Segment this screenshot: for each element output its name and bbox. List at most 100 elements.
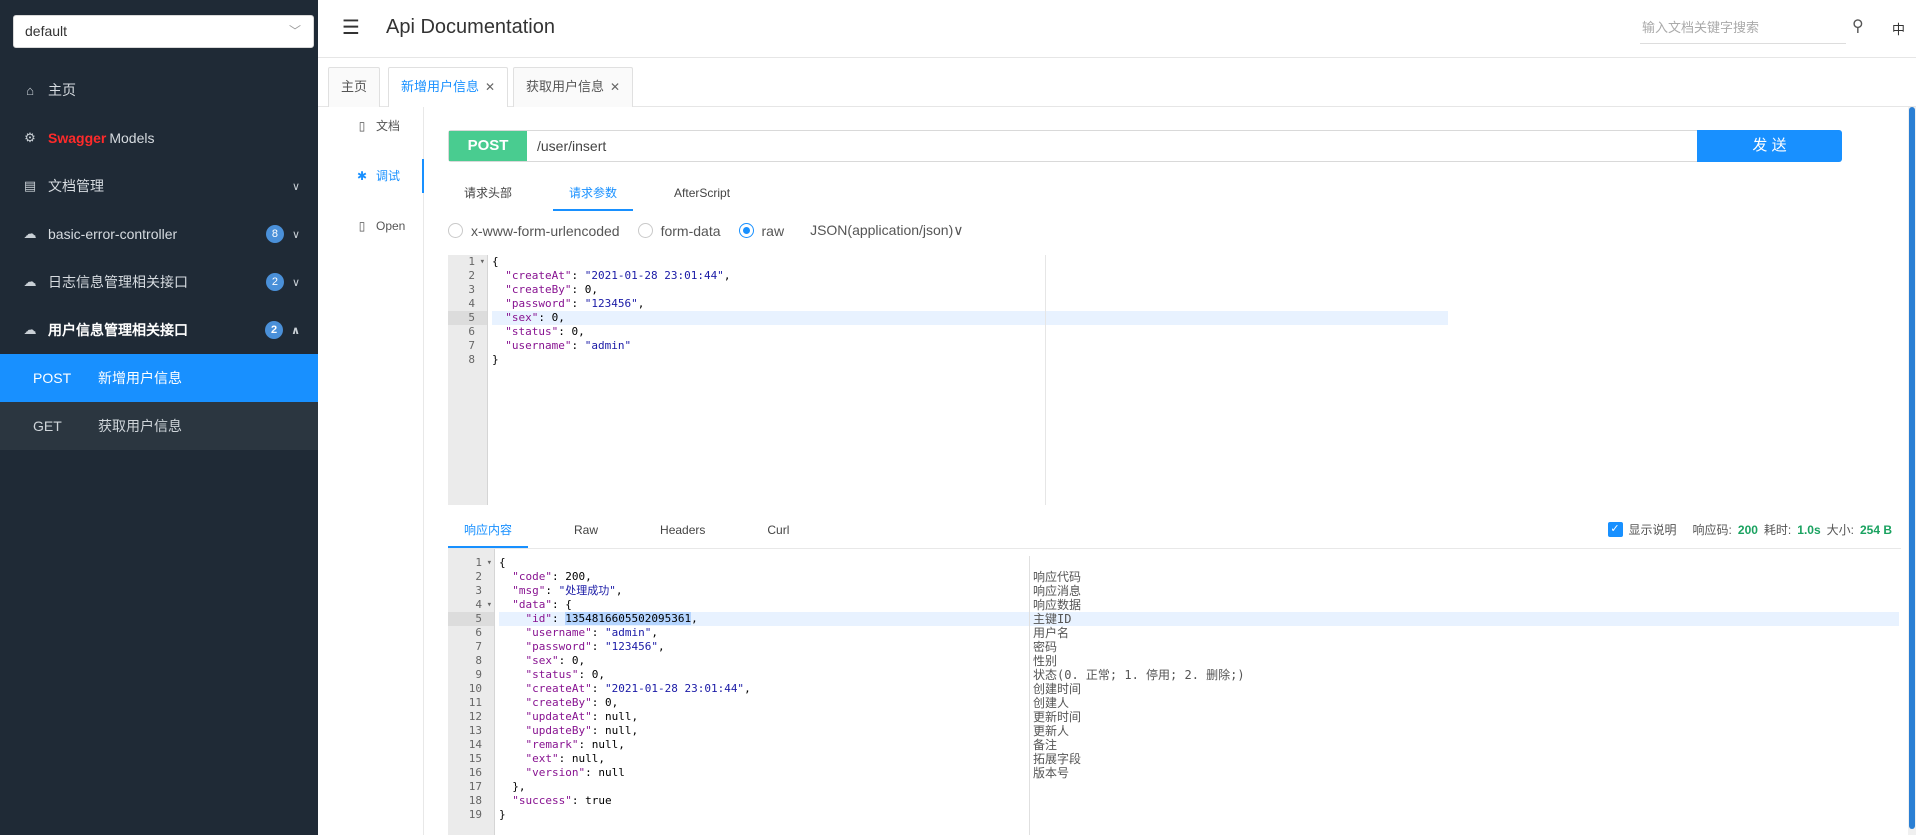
vnav-label: Open: [376, 219, 406, 233]
tab-request-params[interactable]: 请求参数: [553, 175, 634, 211]
line-number: 8: [475, 654, 482, 667]
body-type-radios: x-www-form-urlencoded form-data raw JSON…: [448, 222, 964, 239]
response-body-editor[interactable]: 12345678910111213141516171819 { "code": …: [448, 549, 1901, 835]
url-input[interactable]: /user/insert: [527, 131, 1697, 161]
scrollbar-thumb[interactable]: [1909, 107, 1915, 829]
language-switch[interactable]: 中: [1892, 19, 1905, 38]
radio-label: form-data: [660, 222, 721, 239]
sidebar-item-home[interactable]: ⌂ 主页: [0, 66, 318, 114]
line-number: 14: [468, 738, 482, 751]
code-line: {: [492, 255, 499, 268]
response-info: ✓ 显示说明 响应码: 200 耗时: 1.0s 大小: 254 B: [1607, 521, 1892, 538]
sidebar-subitem-get-user[interactable]: GET 获取用户信息: [0, 402, 318, 450]
sidebar-item-label: 用户信息管理相关接口: [48, 322, 188, 338]
show-desc-checkbox[interactable]: ✓: [1607, 522, 1623, 537]
tab-afterscript[interactable]: AfterScript: [658, 175, 746, 211]
radio-circle: [738, 223, 754, 238]
sidebar-item-label: basic-error-controller: [48, 226, 178, 242]
document-icon: ▯: [358, 119, 366, 133]
code-line: "sex": 0,: [492, 311, 1448, 325]
code-line: "username": "admin": [505, 339, 632, 352]
tab-response-raw[interactable]: Raw: [558, 512, 614, 548]
radio-urlencoded[interactable]: x-www-form-urlencoded: [448, 223, 620, 239]
content-type-value: JSON(application/json): [810, 222, 954, 238]
line-number: 4: [468, 297, 475, 310]
vnav-debug[interactable]: ✱ 调试: [318, 159, 424, 193]
vnav-doc[interactable]: ▯ 文档: [318, 109, 424, 143]
send-button[interactable]: 发 送: [1697, 130, 1842, 162]
line-number: 7: [468, 339, 475, 352]
sidebar-item-label: 主页: [48, 82, 76, 98]
vnav-label: 文档: [376, 119, 401, 133]
tab-label: 新增用户信息: [401, 79, 480, 94]
line-number: 2: [468, 269, 475, 282]
line-gutter: 12345678910111213141516171819: [448, 549, 495, 835]
code-line: "createAt": "2021-01-28 23:01:44",: [505, 269, 731, 282]
sidebar-item-basic-error-controller[interactable]: ☁ basic-error-controller 8 ∨: [0, 210, 318, 258]
line-number: 16: [468, 766, 482, 779]
response-descriptions: 响应代码 响应消息 响应数据 主键ID 用户名 密码 性别 状态(0. 正常; 1. 停用; …: [1029, 556, 1889, 835]
radio-circle: [448, 223, 463, 238]
close-icon[interactable]: ✕: [610, 80, 620, 94]
code-line: "status": 0,: [505, 325, 585, 338]
radio-form-data[interactable]: form-data: [637, 222, 721, 239]
doc-mode-nav: ▯ 文档 ✱ 调试 ▯ Open: [318, 107, 424, 835]
field-description: 更新人: [1033, 724, 1070, 738]
radio-label: raw: [761, 222, 785, 239]
line-number: 15: [468, 752, 482, 765]
vnav-open[interactable]: ▯ Open: [318, 209, 424, 243]
scrollbar[interactable]: [1908, 107, 1916, 835]
tab-label: 获取用户信息: [526, 79, 605, 94]
sidebar-item-log-api[interactable]: ☁ 日志信息管理相关接口 2 ∨: [0, 258, 318, 306]
field-description: 创建时间: [1033, 682, 1082, 696]
search-input[interactable]: 输入文档关键字搜索: [1640, 16, 1846, 44]
debug-panel: POST /user/insert 发 送 请求头部 请求参数 AfterScr…: [425, 107, 1916, 835]
http-method: POST: [33, 370, 72, 386]
request-subtabs: 请求头部 请求参数 AfterScript: [448, 175, 771, 211]
close-icon[interactable]: ✕: [485, 80, 495, 94]
content-type-select[interactable]: JSON(application/json)∨: [810, 222, 963, 239]
line-number: 6: [475, 626, 482, 639]
tab-response-content[interactable]: 响应内容: [448, 512, 529, 548]
sidebar-item-swagger-models[interactable]: ⚙ Swagger Models: [0, 114, 318, 162]
sidebar-subitem-add-user[interactable]: POST 新增用户信息: [0, 354, 318, 402]
field-description: 拓展字段: [1033, 752, 1082, 766]
request-body-editor[interactable]: 12345678 { "createAt": "2021-01-28 23:01…: [448, 255, 1448, 505]
group-select[interactable]: default ﹀: [13, 15, 314, 48]
chevron-down-icon: ∨: [953, 222, 964, 238]
line-number: 19: [468, 808, 482, 821]
count-badge: 8: [265, 225, 284, 243]
line-number: 3: [475, 584, 482, 597]
radio-raw[interactable]: raw: [738, 222, 785, 239]
field-description: 版本号: [1033, 766, 1070, 780]
request-url-bar: POST /user/insert 发 送: [448, 130, 1842, 162]
line-number: 1: [448, 556, 494, 570]
count-badge: 2: [265, 273, 284, 291]
cloud-icon: ☁: [23, 322, 37, 337]
line-number: 17: [468, 780, 482, 793]
chevron-down-icon: ∨: [291, 228, 300, 241]
radio-label: x-www-form-urlencoded: [471, 222, 620, 239]
tab-request-headers[interactable]: 请求头部: [448, 175, 528, 211]
size-label: 大小:: [1826, 523, 1854, 537]
sidebar-subitem-label: 新增用户信息: [98, 370, 182, 386]
line-number: 7: [475, 640, 482, 653]
field-description: 用户名: [1033, 626, 1070, 640]
tab-home[interactable]: 主页: [328, 67, 381, 107]
sidebar-item-doc-manage[interactable]: ▤ 文档管理 ∨: [0, 162, 318, 210]
http-method: GET: [33, 418, 62, 434]
bug-icon: ✱: [356, 169, 368, 183]
sidebar: default ﹀ ⌂ 主页 ⚙ Swagger Models ▤ 文档管理 ∨…: [0, 0, 318, 835]
status-label: 响应码:: [1692, 523, 1732, 537]
line-number: 12: [468, 710, 482, 723]
code-area[interactable]: { "createAt": "2021-01-28 23:01:44", "cr…: [492, 255, 1448, 367]
search-icon[interactable]: ⚲: [1852, 16, 1864, 36]
tab-get-user[interactable]: 获取用户信息 ✕: [513, 67, 634, 107]
sidebar-item-user-api[interactable]: ☁ 用户信息管理相关接口 2 ∧: [0, 306, 318, 354]
file-icon: ▯: [358, 219, 366, 233]
tab-response-curl[interactable]: Curl: [751, 512, 805, 548]
time-label: 耗时:: [1763, 523, 1792, 537]
tab-add-user[interactable]: 新增用户信息 ✕: [388, 67, 509, 107]
tab-response-headers[interactable]: Headers: [644, 512, 721, 548]
menu-collapse-icon[interactable]: ☰: [342, 17, 364, 39]
